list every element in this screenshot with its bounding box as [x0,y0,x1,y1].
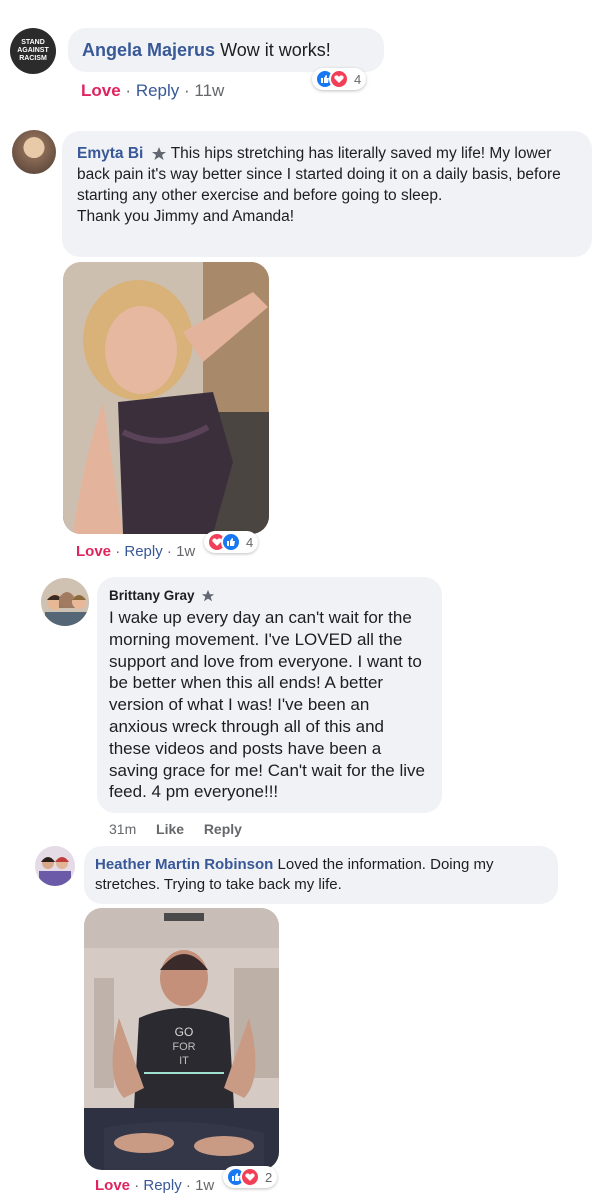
avatar-photo [41,578,89,626]
reactions-summary[interactable]: 4 [312,68,367,90]
reply-button[interactable]: Reply [124,543,162,560]
comment-text: Wow it works! [220,40,331,60]
avatar[interactable]: STAND AGAINST RACISM [10,28,56,74]
svg-text:IT: IT [179,1055,189,1067]
love-button[interactable]: Love [95,1177,130,1194]
reaction-count: 2 [265,1169,273,1185]
timestamp[interactable]: 31m [109,821,136,837]
reaction-count: 4 [354,71,362,87]
comment-bubble: Emyta Bi This hips stretching has litera… [62,131,592,257]
commenter-name[interactable]: Angela Majerus [82,40,215,60]
love-button[interactable]: Love [76,543,111,560]
comment-text: This hips stretching has literally saved… [77,145,561,204]
comment-actions: 31m Like Reply [109,821,242,837]
top-fan-star-icon [202,590,215,602]
comment-photo[interactable]: GO FOR IT [84,908,279,1170]
comment-actions: Love · Reply · 11w [81,81,225,100]
commenter-name[interactable]: Brittany Gray [109,588,195,603]
reactions-summary[interactable]: 2 [223,1166,278,1188]
avatar-text: STAND AGAINST RACISM [17,39,49,62]
comment-actions: Love · Reply · 1w [95,1177,215,1194]
comment-actions: Love · Reply · 1w [76,543,196,560]
timestamp[interactable]: 1w [176,543,195,560]
avatar[interactable] [41,578,89,626]
photo-content [63,262,269,534]
heart-reaction-icon [240,1167,260,1187]
heart-reaction-icon [329,69,349,89]
reply-button[interactable]: Reply [143,1177,181,1194]
comment-bubble: Heather Martin Robinson Loved the inform… [84,846,558,904]
commenter-name[interactable]: Heather Martin Robinson [95,856,273,873]
comment-text: I wake up every day an can't wait for th… [109,608,425,802]
photo-content: GO FOR IT [84,908,279,1170]
timestamp[interactable]: 11w [194,81,224,100]
comment-bubble: Angela Majerus Wow it works! [68,28,384,72]
avatar-photo [35,846,75,886]
svg-text:FOR: FOR [172,1041,195,1053]
timestamp[interactable]: 1w [195,1177,214,1194]
avatar[interactable] [35,846,75,886]
comment-text-line2: Thank you Jimmy and Amanda! [77,208,295,225]
love-button[interactable]: Love [81,81,121,100]
comment-bubble: Brittany Gray I wake up every day an can… [97,577,442,813]
reply-button[interactable]: Reply [136,81,179,100]
like-reaction-icon [221,532,241,552]
reaction-count: 4 [246,534,254,550]
reactions-summary[interactable]: 4 [204,531,259,553]
commenter-name[interactable]: Emyta Bi [77,145,143,162]
svg-text:GO: GO [175,1025,194,1039]
comment-photo[interactable] [63,262,269,534]
reply-button[interactable]: Reply [204,821,242,837]
avatar[interactable] [12,130,56,174]
top-fan-star-icon [151,146,166,160]
like-button[interactable]: Like [156,821,184,837]
